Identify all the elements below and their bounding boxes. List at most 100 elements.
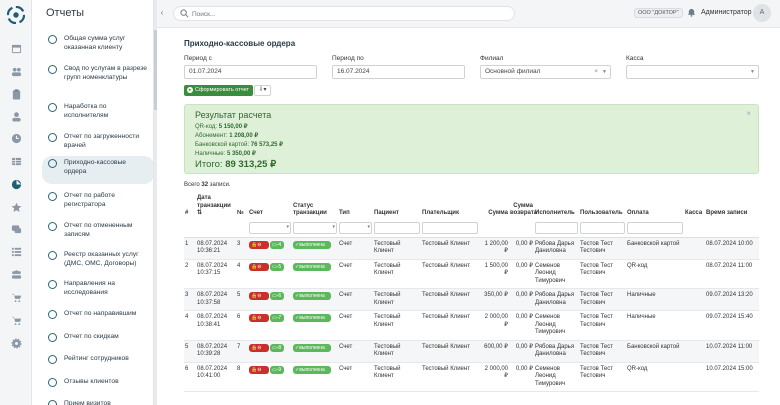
org-badge[interactable]: ООО "ДОКТОР" bbox=[634, 8, 683, 18]
collapse-menu-icon[interactable]: ‹ bbox=[157, 6, 167, 20]
menu-item-performers[interactable]: Наработка по исполнителям bbox=[42, 100, 153, 124]
cell-status: ✓выполнена bbox=[292, 340, 338, 363]
cell-invoice: 🔒⊖ ▭-7 bbox=[248, 310, 292, 341]
menu-item-discounts[interactable]: Отчет по скидкам bbox=[42, 330, 153, 354]
cell-date: 08.07.2024 10:39:28 bbox=[196, 340, 236, 363]
avatar[interactable]: А bbox=[753, 4, 771, 22]
reports-icon[interactable] bbox=[9, 177, 23, 191]
user-name[interactable]: Администратор bbox=[701, 9, 752, 16]
cell-invoice: 🔒⊖ ▭-6 bbox=[248, 288, 292, 311]
menu-item-referrers[interactable]: Отчет по направившим bbox=[42, 307, 153, 331]
cell-time: 10.07.2024 11:00 bbox=[705, 340, 759, 363]
user-filter-input[interactable] bbox=[580, 221, 625, 234]
payer-filter-input[interactable] bbox=[422, 221, 478, 234]
menu-item-registrar[interactable]: Отчет по работе регистратора bbox=[42, 189, 153, 213]
locked-invoice-badge[interactable]: 🔒⊖ bbox=[249, 314, 269, 322]
table-row[interactable]: 1 08.07.2024 10:36:21 3 🔒⊖ ▭-4 ✓выполнена Счет… bbox=[184, 237, 759, 260]
locked-invoice-badge[interactable]: 🔒⊖ bbox=[249, 262, 269, 271]
gear-icon[interactable] bbox=[9, 336, 23, 350]
close-icon[interactable]: × bbox=[746, 109, 751, 118]
chat-icon[interactable] bbox=[9, 222, 23, 236]
clear-icon[interactable]: × bbox=[594, 66, 598, 78]
cell-sum: 350,00 ₽ bbox=[479, 288, 509, 311]
users-icon[interactable] bbox=[9, 64, 23, 78]
status-filter-select[interactable]: ▾ bbox=[293, 221, 337, 234]
cell-doctor: Рябова Дарья Даниловна bbox=[534, 288, 579, 311]
status-badge: ✓выполнена bbox=[293, 365, 331, 374]
page-title: Приходно-кассовые ордера bbox=[184, 39, 296, 48]
cell-pay: QR-код bbox=[626, 259, 684, 289]
invoice-number-badge[interactable]: ▭-5 bbox=[270, 262, 284, 271]
cell-payer: Тестовый Клиент bbox=[421, 362, 479, 392]
period-to-input[interactable]: 16.07.2024 bbox=[332, 65, 465, 79]
clock-icon[interactable] bbox=[9, 131, 23, 145]
status-badge: ✓выполнена bbox=[293, 314, 331, 322]
menu-item-doctor-load[interactable]: Отчет по загруженности врачей bbox=[42, 130, 153, 154]
locked-invoice-badge[interactable]: 🔒⊖ bbox=[249, 343, 269, 352]
type-filter-select[interactable]: ▾ bbox=[339, 221, 372, 234]
cell-cash bbox=[684, 237, 705, 260]
col-payer: Плательщик bbox=[422, 210, 459, 216]
cell-time: 09.07.2024 13:20 bbox=[705, 288, 759, 311]
menu-item-referrals[interactable]: Направления на исследования bbox=[42, 277, 153, 301]
search-input[interactable] bbox=[192, 8, 492, 20]
invoice-number-badge[interactable]: ▭-8 bbox=[270, 343, 284, 352]
cell-date: 08.07.2024 10:38:41 bbox=[196, 310, 236, 341]
icon-rail bbox=[0, 0, 32, 405]
list-icon[interactable] bbox=[9, 244, 23, 258]
menu-item-visits[interactable]: Прием визитов bbox=[42, 397, 153, 405]
menu-item-services-registry[interactable]: Реестр оказанных услуг (ДМС, ОМС, Догово… bbox=[42, 248, 153, 276]
locked-invoice-badge[interactable]: 🔒⊖ bbox=[249, 292, 269, 300]
cell-time: 09.07.2024 15:40 bbox=[705, 310, 759, 341]
bell-icon[interactable] bbox=[687, 8, 696, 17]
chevron-down-icon[interactable]: ▼ bbox=[750, 66, 755, 78]
generate-report-button[interactable]: ▸ Сформировать отчет bbox=[184, 85, 254, 96]
col-performer: Исполнитель bbox=[535, 210, 575, 216]
locked-invoice-badge[interactable]: 🔒⊖ bbox=[249, 240, 269, 249]
download-button[interactable]: ⇩▾ bbox=[254, 85, 271, 96]
cart-return-icon[interactable] bbox=[9, 313, 23, 327]
user-icon[interactable] bbox=[9, 109, 23, 123]
locked-invoice-badge[interactable]: 🔒⊖ bbox=[249, 365, 269, 374]
menu-item-staff-rating[interactable]: Рейтинг сотрудников bbox=[42, 352, 153, 376]
cell-status: ✓выполнена bbox=[292, 288, 338, 311]
menu-title: Отчеты bbox=[46, 7, 85, 19]
performer-filter-input[interactable] bbox=[535, 221, 578, 234]
menu-item-cancelled[interactable]: Отчет по отмененным записям bbox=[42, 219, 153, 243]
result-line-card: Банковской картой: 76 573,25 ₽ bbox=[195, 142, 283, 148]
table-row[interactable]: 2 08.07.2024 10:37:15 4 🔒⊖ ▭-5 ✓выполнена Счет… bbox=[184, 259, 759, 289]
invoice-number-badge[interactable]: ▭-4 bbox=[270, 240, 284, 249]
clipboard-icon[interactable] bbox=[9, 87, 23, 101]
table-row[interactable]: 4 08.07.2024 10:38:41 6 🔒⊖ ▭-7 ✓выполнена Счет… bbox=[184, 310, 759, 341]
cell-ret: 0,00 ₽ bbox=[509, 259, 534, 289]
period-from-input[interactable]: 01.07.2024 bbox=[184, 65, 317, 79]
table-row[interactable]: 5 08.07.2024 10:39:28 7 🔒⊖ ▭-8 ✓выполнена Счет… bbox=[184, 340, 759, 363]
cart-icon[interactable] bbox=[9, 290, 23, 304]
cashbox-select[interactable]: ▼ bbox=[626, 65, 759, 79]
invoice-number-badge[interactable]: ▭-9 bbox=[270, 365, 284, 374]
cell-time: 08.07.2024 11:00 bbox=[705, 259, 759, 289]
menu-item-cash-orders[interactable]: Приходно-кассовые ордера bbox=[42, 156, 153, 184]
cell-payer: Тестовый Клиент bbox=[421, 259, 479, 289]
payment-filter-input[interactable] bbox=[627, 221, 683, 234]
table-row[interactable]: 6 08.07.2024 10:41:00 8 🔒⊖ ▭-9 ✓выполнена Счет… bbox=[184, 362, 759, 392]
table-icon[interactable] bbox=[9, 154, 23, 168]
patient-filter-input[interactable] bbox=[374, 221, 420, 234]
invoice-number-badge[interactable]: ▭-6 bbox=[270, 292, 284, 300]
group-icon[interactable] bbox=[9, 267, 23, 281]
menu-item-services-summary[interactable]: Свод по услугам в разрезе групп номенкла… bbox=[42, 62, 153, 86]
invoice-filter-select[interactable]: ▾ bbox=[249, 221, 291, 234]
menu-item-reviews[interactable]: Отзывы клиентов bbox=[42, 375, 153, 399]
chevron-down-icon[interactable]: ▼ bbox=[602, 66, 607, 78]
menu-item-total-services[interactable]: Общая сумма услуг оказанная клиенту bbox=[42, 32, 153, 56]
table-row[interactable]: 3 08.07.2024 10:37:58 5 🔒⊖ ▭-6 ✓выполнена Счет… bbox=[184, 288, 759, 311]
branch-select[interactable]: Основной филиал × ▼ bbox=[480, 65, 611, 79]
app-logo-icon[interactable] bbox=[7, 6, 25, 24]
search-box[interactable] bbox=[173, 6, 515, 21]
main-content: Приходно-кассовые ордера Период с 01.07.… bbox=[157, 28, 780, 405]
invoice-number-badge[interactable]: ▭-7 bbox=[270, 314, 284, 322]
col-date[interactable]: Дата транзакции ⇅ bbox=[196, 195, 236, 220]
cell-pay: QR-код bbox=[626, 362, 684, 392]
star-icon[interactable] bbox=[9, 200, 23, 214]
calendar-icon[interactable] bbox=[9, 41, 23, 55]
